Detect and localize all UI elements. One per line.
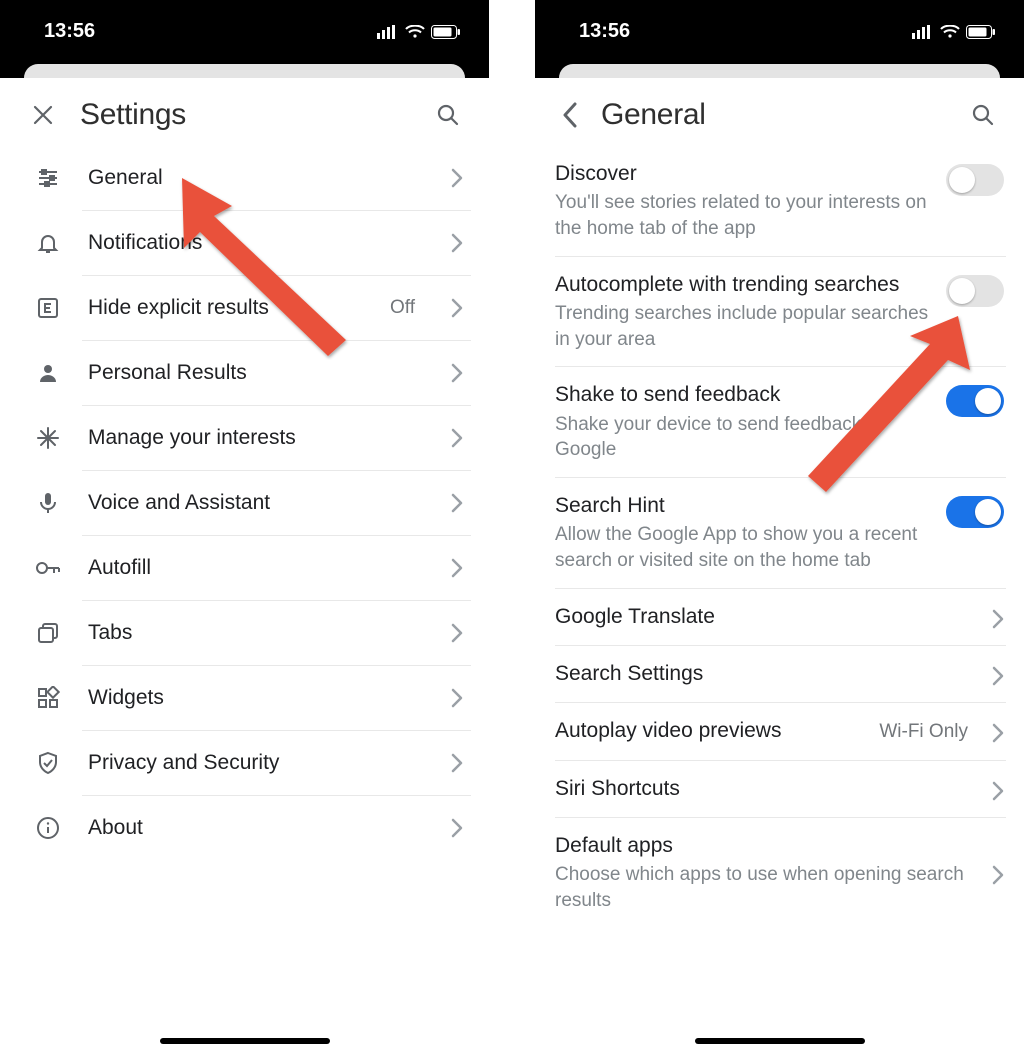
status-icons: [377, 25, 461, 39]
row-search-hint[interactable]: Search Hint Allow the Google App to show…: [535, 478, 1024, 588]
row-discover[interactable]: Discover You'll see stories related to y…: [535, 146, 1024, 256]
person-icon: [34, 361, 62, 385]
phone-left: 13:56 Settings General: [0, 0, 489, 1054]
chevron-right-icon: [451, 818, 463, 838]
chevron-right-icon: [992, 865, 1004, 885]
row-voice[interactable]: Voice and Assistant: [0, 471, 489, 535]
chevron-right-icon: [451, 753, 463, 773]
page-title: General: [601, 98, 952, 132]
row-label: Privacy and Security: [88, 751, 425, 775]
status-time: 13:56: [44, 20, 95, 43]
chevron-right-icon: [992, 781, 1004, 801]
toggle-discover[interactable]: [946, 164, 1004, 196]
row-tabs[interactable]: Tabs: [0, 601, 489, 665]
titlebar: Settings: [0, 84, 489, 146]
row-title: Siri Shortcuts: [555, 775, 978, 803]
chevron-right-icon: [451, 558, 463, 578]
row-label: Voice and Assistant: [88, 491, 425, 515]
chevron-right-icon: [451, 623, 463, 643]
row-subtitle: Allow the Google App to show you a recen…: [555, 522, 932, 573]
home-indicator: [160, 1038, 330, 1044]
row-siri-shortcuts[interactable]: Siri Shortcuts: [535, 761, 1024, 817]
row-title: Shake to send feedback: [555, 381, 932, 409]
phone-right: 13:56 General Discover You'll see stor: [535, 0, 1024, 1054]
row-autofill[interactable]: Autofill: [0, 536, 489, 600]
row-subtitle: Trending searches include popular search…: [555, 301, 932, 352]
row-subtitle: Choose which apps to use when opening se…: [555, 862, 978, 913]
row-autoplay[interactable]: Autoplay video previews Wi-Fi Only: [535, 703, 1024, 759]
status-icons: [912, 25, 996, 39]
row-title: Google Translate: [555, 603, 978, 631]
row-label: Tabs: [88, 621, 425, 645]
chevron-right-icon: [451, 363, 463, 383]
row-search-settings[interactable]: Search Settings: [535, 646, 1024, 702]
status-time: 13:56: [579, 20, 630, 43]
titlebar: General: [535, 84, 1024, 146]
search-icon[interactable]: [433, 100, 463, 130]
toggle-shake[interactable]: [946, 385, 1004, 417]
widgets-icon: [34, 686, 62, 710]
row-hide-explicit[interactable]: Hide explicit results Off: [0, 276, 489, 340]
row-about[interactable]: About: [0, 796, 489, 860]
row-label: About: [88, 816, 425, 840]
row-title: Search Hint: [555, 492, 932, 520]
row-widgets[interactable]: Widgets: [0, 666, 489, 730]
chevron-right-icon: [451, 168, 463, 188]
chevron-right-icon: [992, 723, 1004, 743]
row-value: Off: [390, 297, 415, 319]
row-shake-feedback[interactable]: Shake to send feedback Shake your device…: [535, 367, 1024, 477]
row-general[interactable]: General: [0, 146, 489, 210]
row-label: Widgets: [88, 686, 425, 710]
close-icon[interactable]: [28, 100, 58, 130]
sliders-icon: [34, 166, 62, 190]
row-subtitle: Shake your device to send feedback to Go…: [555, 412, 932, 463]
shield-icon: [34, 751, 62, 775]
row-label: Autofill: [88, 556, 425, 580]
status-bar: 13:56: [0, 0, 489, 78]
general-list: Discover You'll see stories related to y…: [535, 146, 1024, 928]
row-notifications[interactable]: Notifications: [0, 211, 489, 275]
row-label: Manage your interests: [88, 426, 425, 450]
chevron-right-icon: [451, 428, 463, 448]
row-value: Wi-Fi Only: [879, 721, 968, 743]
settings-list: General Notifications Hide explicit resu…: [0, 146, 489, 860]
row-title: Default apps: [555, 832, 978, 860]
status-bar: 13:56: [535, 0, 1024, 78]
toggle-autocomplete[interactable]: [946, 275, 1004, 307]
row-label: Notifications: [88, 231, 425, 255]
chevron-right-icon: [451, 233, 463, 253]
row-label: Personal Results: [88, 361, 425, 385]
chevron-right-icon: [992, 666, 1004, 686]
tabs-icon: [34, 621, 62, 645]
toggle-search-hint[interactable]: [946, 496, 1004, 528]
bell-icon: [34, 231, 62, 255]
row-autocomplete-trending[interactable]: Autocomplete with trending searches Tren…: [535, 257, 1024, 367]
row-personal-results[interactable]: Personal Results: [0, 341, 489, 405]
row-title: Discover: [555, 160, 932, 188]
search-icon[interactable]: [968, 100, 998, 130]
chevron-right-icon: [992, 609, 1004, 629]
row-title: Search Settings: [555, 660, 978, 688]
key-icon: [34, 556, 62, 580]
row-label: General: [88, 166, 425, 190]
mic-icon: [34, 491, 62, 515]
row-title: Autoplay video previews: [555, 717, 865, 745]
explicit-icon: [34, 296, 62, 320]
page-title: Settings: [80, 98, 411, 132]
row-privacy[interactable]: Privacy and Security: [0, 731, 489, 795]
chevron-right-icon: [451, 493, 463, 513]
chevron-right-icon: [451, 298, 463, 318]
row-subtitle: You'll see stories related to your inter…: [555, 190, 932, 241]
info-icon: [34, 816, 62, 840]
row-google-translate[interactable]: Google Translate: [535, 589, 1024, 645]
row-default-apps[interactable]: Default apps Choose which apps to use wh…: [535, 818, 1024, 928]
row-interests[interactable]: Manage your interests: [0, 406, 489, 470]
row-title: Autocomplete with trending searches: [555, 271, 932, 299]
back-icon[interactable]: [555, 100, 585, 130]
sparkle-icon: [34, 426, 62, 450]
chevron-right-icon: [451, 688, 463, 708]
row-label: Hide explicit results: [88, 296, 364, 320]
home-indicator: [695, 1038, 865, 1044]
